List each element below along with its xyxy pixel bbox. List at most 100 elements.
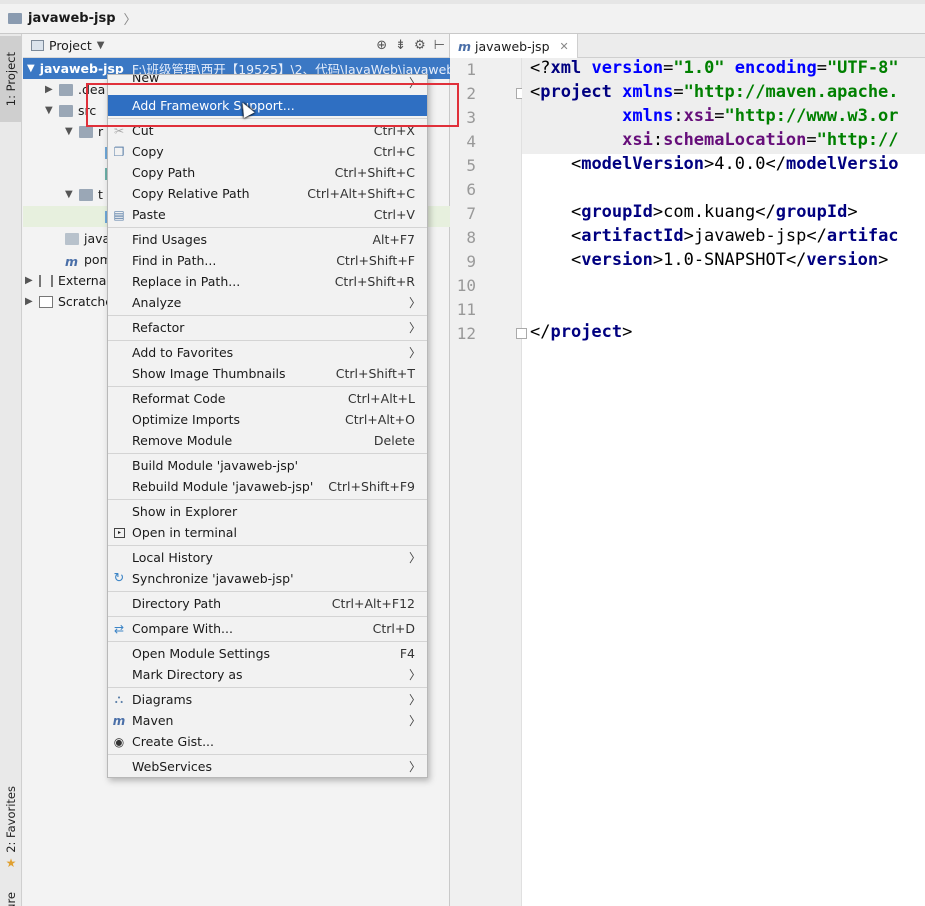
chevron-down-icon[interactable]: ▼ [97,40,105,51]
breadcrumb[interactable]: javaweb-jsp 〉 [8,9,137,28]
tree-row-test[interactable]: ▼ t [65,184,103,205]
menu-label: Copy [132,144,164,159]
menu-item-copy-relative-path[interactable]: Copy Relative Path Ctrl+Alt+Shift+C [108,183,427,204]
fold-marker[interactable] [516,328,527,339]
tree-row-scratches[interactable]: ▶ Scratche [25,291,113,312]
menu-item-rebuild-module[interactable]: Rebuild Module 'javaweb-jsp' Ctrl+Shift+F… [108,476,427,497]
line-number: 12 [456,324,476,343]
folder-icon [79,125,93,138]
menu-item-copy[interactable]: ❐ Copy Ctrl+C [108,141,427,162]
editor-tab-pom[interactable]: m javaweb-jsp ✕ [450,34,578,58]
menu-item-add-to-favorites[interactable]: Add to Favorites 〉 [108,342,427,363]
chevron-right-icon[interactable]: ▶ [25,275,39,286]
menu-item-replace-in-path[interactable]: Replace in Path... Ctrl+Shift+R [108,271,427,292]
menu-separator [108,545,427,546]
line-number: 11 [456,300,476,319]
tool-tab-favorites[interactable]: 2: Favorites ★ [0,772,22,884]
tool-tab-project[interactable]: 1: Project [0,36,22,122]
menu-item-webservices[interactable]: WebServices 〉 [108,756,427,777]
menu-item-remove-module[interactable]: Remove Module Delete [108,430,427,451]
menu-label: Add to Favorites [132,345,234,360]
code-line-5: <modelVersion>4.0.0</modelVersio [570,154,899,174]
terminal-icon: ▸ [114,527,125,538]
menu-item-synchronize[interactable]: ↻ Synchronize 'javaweb-jsp' [108,568,427,589]
menu-item-local-history[interactable]: Local History 〉 [108,547,427,568]
tree-row-iml[interactable]: java [65,228,110,249]
menu-item-find-in-path[interactable]: Find in Path... Ctrl+Shift+F [108,250,427,271]
chevron-down-icon[interactable]: ▼ [45,105,59,116]
chevron-right-icon[interactable]: ▶ [25,296,39,307]
menu-label: Open in terminal [132,525,237,540]
menu-shortcut: Ctrl+Shift+T [335,366,415,381]
menu-label: Analyze [132,295,182,310]
folder-icon [59,83,73,96]
menu-shortcut: Ctrl+Alt+O [345,412,415,427]
chevron-down-icon[interactable]: ▼ [65,189,79,200]
line-number: 8 [466,228,476,247]
navigation-bar: javaweb-jsp 〉 [0,0,925,34]
menu-item-maven[interactable]: m Maven 〉 [108,710,427,731]
hide-icon[interactable]: ⊢ [434,38,445,53]
line-number: 1 [466,60,476,79]
editor-tab-bar: m javaweb-jsp ✕ [450,34,925,58]
menu-item-show-in-explorer[interactable]: Show in Explorer [108,501,427,522]
code-line-1: <?xml version="1.0" encoding="UTF-8" [530,58,899,78]
menu-item-open-in-terminal[interactable]: ▸ Open in terminal [108,522,427,543]
menu-item-open-module-settings[interactable]: Open Module Settings F4 [108,643,427,664]
maven-icon: m [65,253,79,269]
menu-separator [108,687,427,688]
menu-item-show-image-thumbnails[interactable]: Show Image Thumbnails Ctrl+Shift+T [108,363,427,384]
line-number: 7 [466,204,476,223]
tool-tab-favorites-label: 2: Favorites [4,785,18,853]
maven-icon: m [458,38,472,54]
line-number: 10 [456,276,476,295]
menu-label: Maven [132,713,174,728]
editor[interactable]: m javaweb-jsp ✕ 1 2 3 4 5 6 7 8 9 10 11 … [450,34,925,906]
menu-item-create-gist[interactable]: ◉ Create Gist... [108,731,427,752]
menu-label: Find Usages [132,232,208,247]
chevron-down-icon[interactable]: ▼ [27,63,35,74]
menu-item-compare-with[interactable]: ⇄ Compare With... Ctrl+D [108,618,427,639]
tree-row-pom[interactable]: m pom [65,249,112,270]
menu-item-copy-path[interactable]: Copy Path Ctrl+Shift+C [108,162,427,183]
menu-shortcut: Ctrl+Alt+L [347,391,415,406]
menu-separator [108,499,427,500]
menu-item-reformat-code[interactable]: Reformat Code Ctrl+Alt+L [108,388,427,409]
menu-separator [108,591,427,592]
ide-window: javaweb-jsp 〉 1: Project 2: Favorites ★ … [0,0,925,906]
menu-label: Local History [132,550,213,565]
close-icon[interactable]: ✕ [560,40,569,53]
menu-item-paste[interactable]: ▤ Paste Ctrl+V [108,204,427,225]
menu-label: WebServices [132,759,212,774]
tool-tab-project-label: 1: Project [4,51,18,107]
locate-icon[interactable]: ⊕ [376,38,387,53]
menu-label: Optimize Imports [132,412,241,427]
compare-icon: ⇄ [113,621,125,636]
collapse-all-icon[interactable]: ⇟ [395,38,406,53]
menu-item-diagrams[interactable]: ⛬ Diagrams 〉 [108,689,427,710]
chevron-right-icon[interactable]: ▶ [45,84,59,95]
context-menu: New 〉 Add Framework Support... ✂ Cut Ctrl+X… [107,74,428,778]
submenu-arrow-icon: 〉 [408,296,421,310]
menu-item-find-usages[interactable]: Find Usages Alt+F7 [108,229,427,250]
menu-shortcut: Ctrl+Shift+R [334,274,415,289]
submenu-arrow-icon: 〉 [408,668,421,682]
menu-separator [108,641,427,642]
menu-separator [108,340,427,341]
menu-item-directory-path[interactable]: Directory Path Ctrl+Alt+F12 [108,593,427,614]
gear-icon[interactable]: ⚙ [414,38,426,53]
menu-item-analyze[interactable]: Analyze 〉 [108,292,427,313]
menu-separator [108,453,427,454]
tree-row-external-libraries[interactable]: ▶ Externa [25,270,106,291]
menu-item-mark-directory-as[interactable]: Mark Directory as 〉 [108,664,427,685]
submenu-arrow-icon: 〉 [408,321,421,335]
line-number: 6 [466,180,476,199]
menu-item-optimize-imports[interactable]: Optimize Imports Ctrl+Alt+O [108,409,427,430]
tool-tab-structure[interactable]: cture [0,872,22,906]
project-panel-title[interactable]: Project [49,38,92,53]
menu-item-refactor[interactable]: Refactor 〉 [108,317,427,338]
menu-item-build-module[interactable]: Build Module 'javaweb-jsp' [108,455,427,476]
line-number: 5 [466,156,476,175]
chevron-down-icon[interactable]: ▼ [65,126,79,137]
submenu-arrow-icon: 〉 [408,551,421,565]
